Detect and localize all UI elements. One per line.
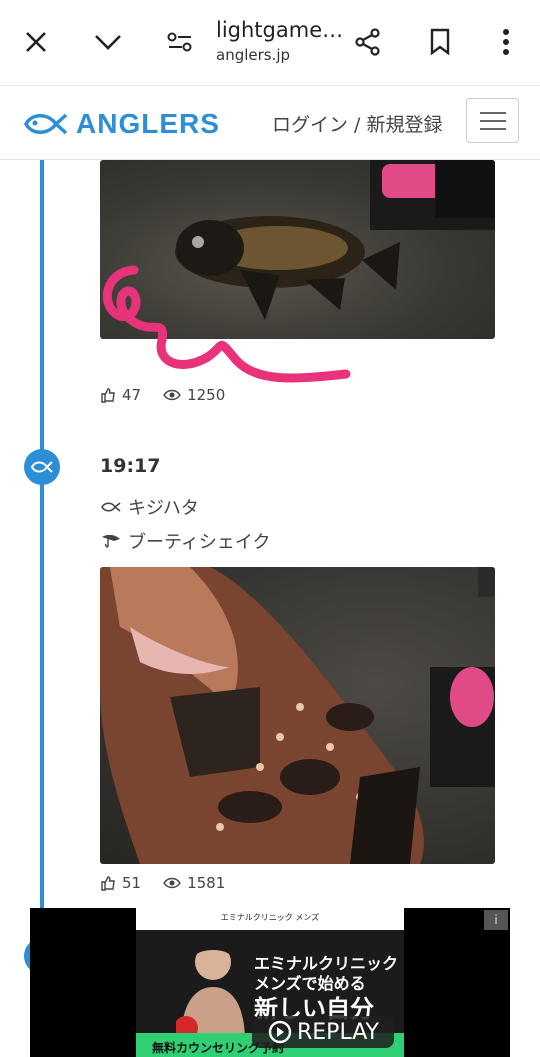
site-header: ANGLERS ログイン / 新規登録: [0, 86, 540, 160]
ad-headline-line1: エミナルクリニック: [254, 954, 399, 973]
ad-headline-line2: メンズで始める: [254, 974, 366, 993]
page-domain: anglers.jp: [216, 46, 291, 64]
ad-headline: エミナルクリニック メンズで始める 新しい自分: [254, 954, 398, 1024]
like-count: 51: [122, 874, 142, 892]
view-count: 1581: [187, 874, 226, 892]
eye-icon: [163, 877, 181, 889]
page-title: lightgame…: [216, 18, 344, 42]
bookmark-icon[interactable]: [420, 22, 460, 62]
entry-stats: 51 1581: [100, 874, 247, 892]
lure-name[interactable]: ブーティシェイク: [128, 528, 271, 554]
page-title-area[interactable]: lightgame… anglers.jp: [216, 18, 346, 64]
timeline-line: [40, 160, 44, 920]
logo-text: ANGLERS: [76, 108, 220, 139]
view-count-area: 1250: [163, 386, 225, 404]
like-count: 47: [122, 386, 142, 404]
replay-icon: [268, 1020, 292, 1044]
annotation-scribble: [102, 265, 351, 383]
site-settings-icon[interactable]: [160, 22, 200, 62]
site-logo[interactable]: ANGLERS: [24, 108, 220, 140]
eye-icon: [163, 389, 181, 401]
lure-icon: [102, 534, 120, 548]
species-name[interactable]: キジハタ: [128, 494, 199, 520]
view-count: 1250: [187, 386, 226, 404]
view-count-area: 1581: [163, 874, 225, 892]
lure-row: ブーティシェイク: [100, 528, 271, 554]
fish-icon: [30, 461, 53, 473]
ad-info-icon[interactable]: i: [484, 910, 508, 930]
entry-stats: 47 1250: [100, 386, 247, 404]
species-row: キジハタ: [100, 494, 199, 520]
entry-time: 19:17: [100, 455, 161, 477]
fish-logo-icon: [24, 113, 68, 135]
share-icon[interactable]: [348, 22, 388, 62]
ad-brand: エミナルクリニック メンズ: [220, 913, 320, 922]
catch-photo[interactable]: [100, 567, 495, 864]
like-button[interactable]: 51: [100, 874, 141, 892]
chevron-down-icon[interactable]: [88, 22, 128, 62]
login-register-link[interactable]: ログイン / 新規登録: [272, 110, 442, 137]
browser-toolbar: lightgame… anglers.jp: [0, 0, 540, 86]
more-icon[interactable]: [486, 22, 526, 62]
thumbs-up-icon: [101, 388, 115, 403]
like-button[interactable]: 47: [100, 386, 141, 404]
timeline-node: [24, 449, 60, 485]
fish-icon: [101, 502, 121, 512]
hamburger-menu-button[interactable]: [466, 98, 519, 143]
replay-button[interactable]: REPLAY: [252, 1016, 394, 1048]
ad-person-image: [176, 944, 245, 1042]
thumbs-up-icon: [101, 876, 115, 891]
close-icon[interactable]: [16, 22, 56, 62]
replay-label: REPLAY: [297, 1019, 379, 1045]
